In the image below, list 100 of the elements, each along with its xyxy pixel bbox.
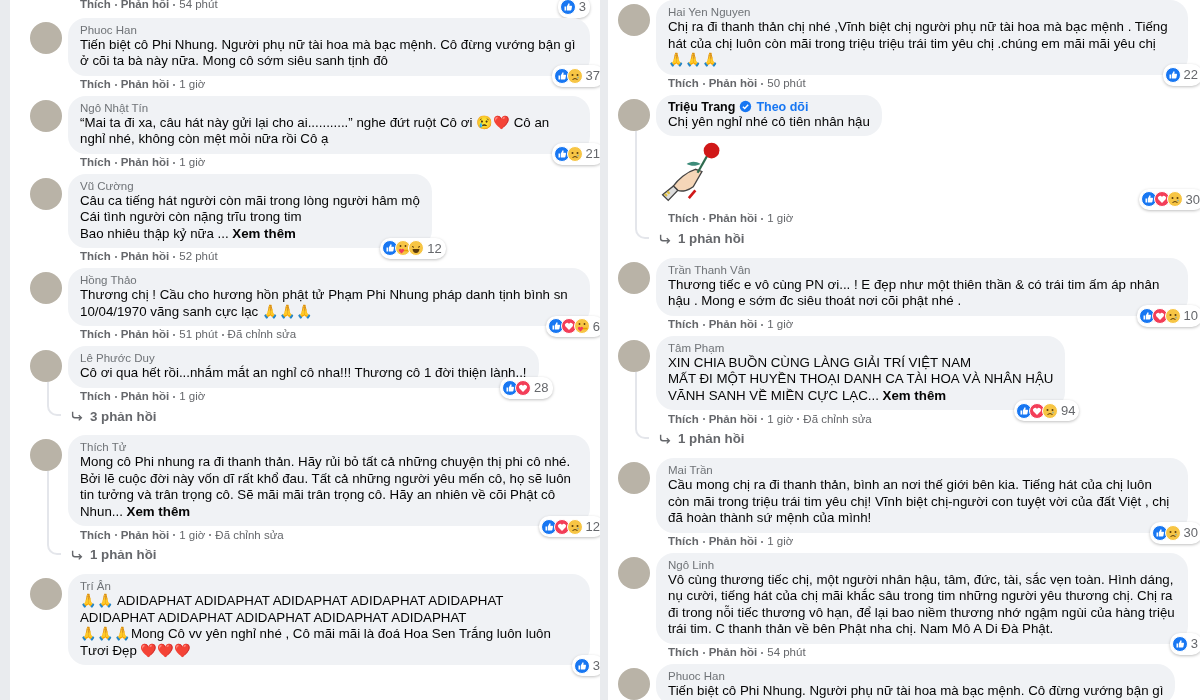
comment-time[interactable]: 1 giờ xyxy=(767,410,794,429)
reply-link[interactable]: Phản hồi xyxy=(708,210,758,228)
reaction-summary[interactable]: 3 xyxy=(1169,633,1200,655)
like-link[interactable]: Thích xyxy=(668,410,699,429)
author-name[interactable]: Phuoc Han xyxy=(668,668,725,683)
like-link[interactable]: Thích xyxy=(80,75,111,94)
like-link[interactable]: Thích xyxy=(668,74,699,93)
like-link[interactable]: Thích xyxy=(80,387,111,406)
reply-link[interactable]: Phản hồi xyxy=(120,326,170,344)
reply-arrow-icon xyxy=(658,432,672,447)
reply-link[interactable]: Phản hồi xyxy=(708,74,758,93)
avatar-photo[interactable] xyxy=(30,21,62,54)
reaction-summary[interactable]: 28 xyxy=(500,377,553,399)
like-link[interactable]: Thích xyxy=(668,316,699,334)
author-name[interactable]: Phuoc Han xyxy=(80,22,137,37)
comment-time[interactable]: 54 phút xyxy=(179,0,218,14)
sad-reaction-icon xyxy=(566,67,583,84)
author-name[interactable]: Ngô Linh xyxy=(668,557,715,572)
like-reaction-icon xyxy=(1171,636,1188,653)
comment-time[interactable]: 1 giờ xyxy=(179,153,206,172)
author-name[interactable]: Mai Trần xyxy=(668,463,713,478)
reply-link[interactable]: Phản hồi xyxy=(120,75,170,94)
comment-time[interactable]: 1 giờ xyxy=(179,526,206,545)
author-name[interactable]: Ngô Nhật Tín xyxy=(80,100,149,115)
reply-link[interactable]: Phản hồi xyxy=(120,248,170,266)
avatar-photo[interactable] xyxy=(618,98,650,131)
comment-time[interactable]: 1 giờ xyxy=(767,210,794,228)
avatar-photo[interactable] xyxy=(30,99,62,132)
like-link[interactable]: Thích xyxy=(668,533,699,551)
author-name[interactable]: Vũ Cường xyxy=(80,178,134,193)
avatar-photo[interactable] xyxy=(618,339,650,372)
reply-link[interactable]: Phản hồi xyxy=(120,0,170,14)
like-link[interactable]: Thích xyxy=(668,644,699,662)
avatar-photo[interactable] xyxy=(618,556,650,589)
reaction-summary[interactable]: 3 xyxy=(557,0,590,18)
care-reaction-icon xyxy=(573,318,590,335)
avatar-photo[interactable] xyxy=(30,177,62,210)
avatar-photo[interactable] xyxy=(30,272,62,304)
avatar-photo[interactable] xyxy=(30,439,62,472)
comment-time[interactable]: 52 phút xyxy=(179,248,218,266)
avatar-photo[interactable] xyxy=(618,667,650,700)
reply-arrow-icon xyxy=(70,548,84,563)
replies-link[interactable]: 1 phản hồi xyxy=(68,543,590,572)
author-name[interactable]: Thích Tử xyxy=(80,440,127,455)
like-link[interactable]: Thích xyxy=(80,248,111,266)
avatar-photo[interactable] xyxy=(30,578,62,611)
reply-link[interactable]: Phản hồi xyxy=(708,316,758,334)
reaction-summary[interactable]: 12 xyxy=(380,237,446,259)
like-link[interactable]: Thích xyxy=(80,153,111,172)
sad-reaction-icon xyxy=(1041,402,1058,419)
comment-time[interactable]: 1 giờ xyxy=(179,75,206,94)
author-name[interactable]: Trí Ân xyxy=(80,579,111,594)
avatar-photo[interactable] xyxy=(618,462,650,495)
reply-link[interactable]: Phản hồi xyxy=(708,533,758,551)
avatar-photo[interactable] xyxy=(618,4,650,36)
author-name[interactable]: Hai Yen Nguyen xyxy=(668,5,751,19)
reaction-summary[interactable]: 6 xyxy=(545,315,600,337)
comment-time[interactable]: 1 giờ xyxy=(767,316,794,334)
thread-line xyxy=(47,382,61,417)
reaction-summary[interactable]: 30 xyxy=(1138,188,1200,210)
reaction-summary[interactable]: 21 xyxy=(551,143,600,165)
comment-time[interactable]: 50 phút xyxy=(767,74,806,93)
author-name[interactable]: Hồng Thảo xyxy=(80,273,137,287)
author-name[interactable]: Lê Phước Duy xyxy=(80,351,155,365)
reply-link[interactable]: Phản hồi xyxy=(120,153,170,172)
author-name[interactable]: Tâm Phạm xyxy=(668,340,725,355)
sad-reaction-icon xyxy=(566,145,583,162)
replies-link[interactable]: 1 phản hồi xyxy=(656,427,1190,456)
replies-link[interactable]: 1 phản hồi xyxy=(656,227,1190,255)
like-link[interactable]: Thích xyxy=(668,210,699,228)
reply-link[interactable]: Phản hồi xyxy=(708,410,758,429)
comment-time[interactable]: 1 giờ xyxy=(179,387,206,406)
reaction-summary[interactable]: 3 xyxy=(571,654,600,677)
replies-link[interactable]: 3 phản hồi xyxy=(68,404,590,433)
reaction-summary[interactable]: 94 xyxy=(1013,399,1080,422)
avatar-photo[interactable] xyxy=(30,350,62,382)
author-name[interactable]: Trần Thanh Vân xyxy=(668,262,751,277)
sad-reaction-icon xyxy=(1164,308,1181,325)
comment-text: 🙏🙏 ADIDAPHAT ADIDAPHAT ADIDAPHAT ADIDAPHAT ADIDAPHAT ADIDAPHAT ADIDAPHAT ADIDAPHAT ADIDAPHAT ADIDAPHAT 🙏🙏🙏Mong Cô vv yên nghỉ nhé , Cô mãi mãi là đoá Hoa Sen Trắng luôn luôn Tươi Đẹp ❤❤❤ xyxy=(80,593,552,660)
like-link[interactable]: Thích xyxy=(80,326,111,344)
reply-link[interactable]: Phản hồi xyxy=(120,526,170,545)
reaction-summary[interactable]: 30 xyxy=(1149,522,1200,544)
reply-link[interactable]: Phản hồi xyxy=(708,644,758,662)
follow-link[interactable]: Theo dõi xyxy=(756,99,809,114)
like-link[interactable]: Thích xyxy=(80,526,111,545)
comment-time[interactable]: 51 phút xyxy=(179,326,218,344)
like-link[interactable]: Thích xyxy=(80,0,111,14)
author-name[interactable]: Triệu Trang xyxy=(668,99,736,114)
comment-time[interactable]: 1 giờ xyxy=(767,533,794,551)
reply-link[interactable]: Phản hồi xyxy=(120,387,170,406)
comment-text: Tiến biệt cô Phi Nhung. Người phụ nữ tài hoa mà bạc mệnh. Cô đừng vướng bận gì xyxy=(668,682,1164,700)
edited-label: Đã chỉnh sửa xyxy=(227,327,297,343)
sad-reaction-icon xyxy=(1166,191,1183,208)
comment-time[interactable]: 54 phút xyxy=(767,644,806,662)
reaction-summary[interactable]: 12 xyxy=(538,515,600,538)
comment-text: Chị yên nghỉ nhé cô tiên nhân hậu xyxy=(668,113,870,130)
reaction-summary[interactable]: 22 xyxy=(1162,64,1200,86)
avatar-photo[interactable] xyxy=(618,261,650,294)
reaction-summary[interactable]: 37 xyxy=(551,65,600,87)
reaction-summary[interactable]: 10 xyxy=(1136,305,1200,327)
